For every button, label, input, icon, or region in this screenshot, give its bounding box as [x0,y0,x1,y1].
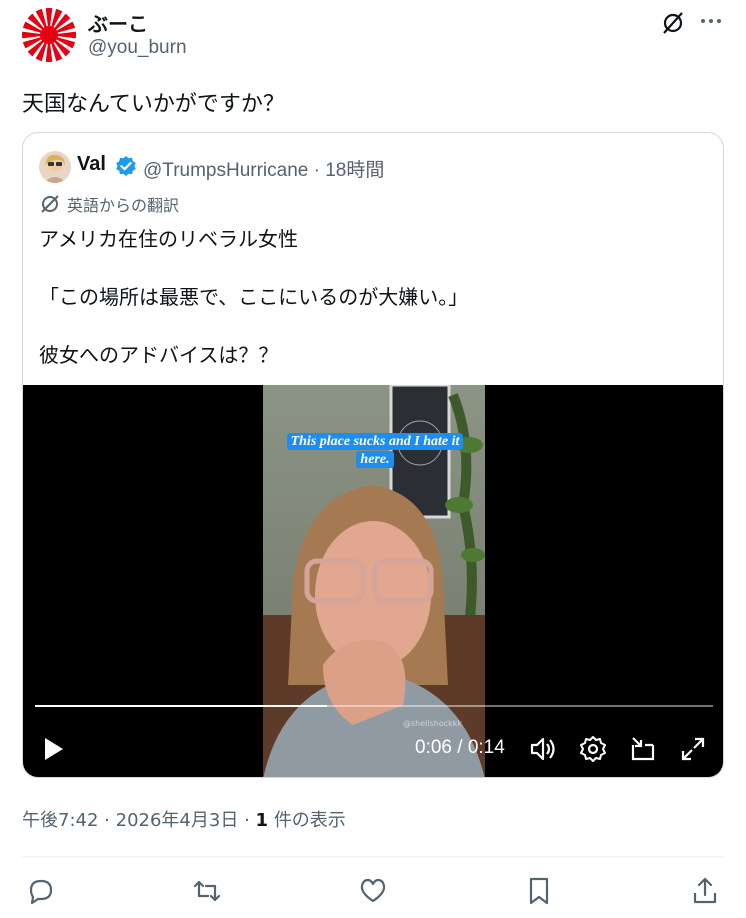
author-display-name[interactable]: ぶーこ [88,8,148,37]
quoted-text-line: 「この場所は最悪で、ここにいるのが大嫌い。」 [39,285,469,309]
volume-icon[interactable] [529,735,557,763]
tweet-date[interactable]: 2026年4月3日 [116,810,239,831]
verified-badge-icon [116,156,136,176]
meta-separator: · [244,810,250,831]
rising-sun-flag-icon [22,8,76,62]
grok-icon[interactable] [660,10,686,36]
video-time: 0:06 / 0:14 [415,737,505,758]
retweet-icon[interactable] [192,876,222,906]
bookmark-icon[interactable] [524,876,554,906]
settings-gear-icon[interactable] [579,735,607,763]
views-count: 1 [255,810,269,831]
tweet-text: 天国なんていかがですか？ [22,92,285,117]
reply-icon[interactable] [26,876,56,906]
play-icon[interactable] [39,735,67,763]
quoted-text-line: 彼女へのアドバイスは？？ [39,343,279,367]
translation-indicator[interactable]: 英語からの翻訳 [39,193,179,215]
picture-in-picture-icon[interactable] [629,735,657,763]
more-options-icon[interactable] [700,10,722,32]
fullscreen-icon[interactable] [679,735,707,763]
meta-separator: · [104,810,110,831]
like-heart-icon[interactable] [358,876,388,906]
video-watermark: @shellshockkk [403,719,463,728]
quoted-time[interactable]: 18時間 [325,160,384,181]
video-caption: This place sucks and I hate it here. [277,433,473,469]
quoted-author-name[interactable]: Val [77,153,106,176]
author-handle[interactable]: @you_burn [88,37,187,59]
views-label: 件の表示 [273,810,346,831]
tweet-meta: 午後7:42 · 2026年4月3日 · 1 件の表示 [22,806,346,832]
translate-icon [41,195,59,213]
author-avatar[interactable] [22,8,76,62]
quoted-author-handle[interactable]: @TrumpsHurricane [143,160,308,181]
video-player[interactable]: This place sucks and I hate it here. @sh… [23,385,723,777]
quoted-tweet-card[interactable]: Val @TrumpsHurricane · 18時間 英語からの翻訳 アメリカ… [22,132,724,778]
quoted-author-avatar[interactable] [39,151,71,183]
video-progress-bar[interactable] [35,705,713,707]
tweet-time[interactable]: 午後7:42 [22,810,98,831]
share-icon[interactable] [690,876,720,906]
translation-label: 英語からの翻訳 [67,196,180,215]
meta-separator: · [313,160,320,181]
quoted-author-meta: @TrumpsHurricane · 18時間 [143,155,384,182]
video-progress-fill [35,705,327,707]
quoted-text-line: アメリカ在住のリベラル女性 [39,227,298,251]
divider [22,856,724,857]
tweet-page: ぶーこ @you_burn 天国なんていかがですか？ Val @TrumpsHu… [0,0,746,918]
